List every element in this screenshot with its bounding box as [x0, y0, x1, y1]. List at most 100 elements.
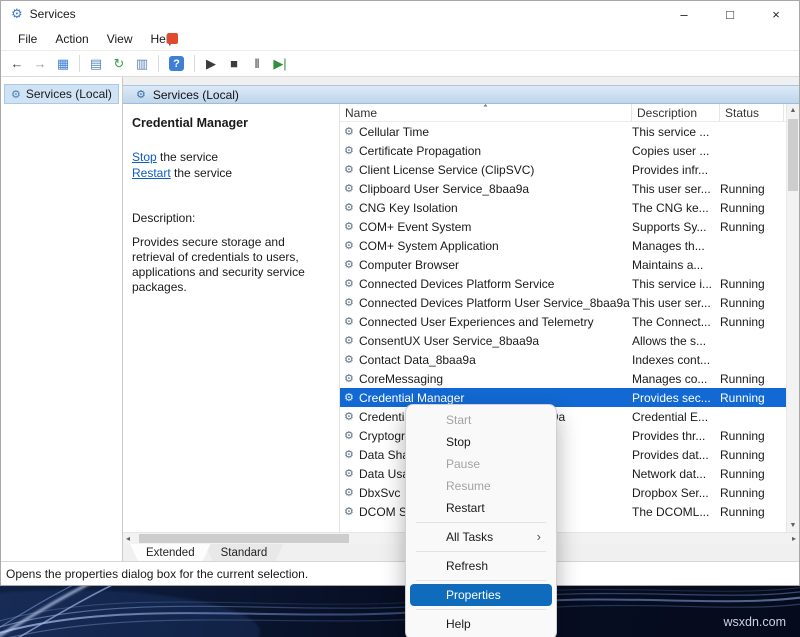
- service-name: Certificate Propagation: [359, 144, 632, 158]
- service-row[interactable]: ⚙Contact Data_8baa9aIndexes cont...: [340, 350, 799, 369]
- service-gear-icon: ⚙: [344, 144, 359, 157]
- pause-service-icon[interactable]: ‖: [246, 54, 268, 74]
- menu-action[interactable]: Action: [46, 29, 97, 49]
- service-gear-icon: ⚙: [344, 296, 359, 309]
- forward-icon[interactable]: →: [29, 54, 51, 74]
- service-name: CNG Key Isolation: [359, 201, 632, 215]
- context-menu-item-refresh[interactable]: Refresh: [410, 555, 552, 577]
- properties-icon[interactable]: ▤: [85, 54, 107, 74]
- vertical-scrollbar[interactable]: ▲ ▼: [786, 104, 799, 532]
- service-action-line: Stop the service: [132, 150, 329, 165]
- service-row[interactable]: ⚙Cellular TimeThis service ...: [340, 122, 799, 141]
- refresh-icon[interactable]: ↻: [108, 54, 130, 74]
- scroll-left-icon[interactable]: ◂: [126, 534, 130, 543]
- service-row[interactable]: ⚙COM+ System ApplicationManages th...: [340, 236, 799, 255]
- context-menu-item-restart[interactable]: Restart: [410, 497, 552, 519]
- menu-view[interactable]: View: [98, 29, 142, 49]
- services-window: ⚙ Services – □ × FileActionViewHelp ←→▦▤…: [0, 0, 800, 586]
- show-console-tree-icon[interactable]: ▦: [52, 54, 74, 74]
- service-row-description: The CNG ke...: [632, 201, 720, 215]
- desktop: wsxdn.com ⚙ Services – □ × FileActionVie…: [0, 0, 800, 637]
- service-row-description: The Connect...: [632, 315, 720, 329]
- menu-item-label: Help: [446, 617, 471, 631]
- service-row[interactable]: ⚙Connected User Experiences and Telemetr…: [340, 312, 799, 331]
- scroll-right-icon[interactable]: ▸: [792, 534, 796, 543]
- service-gear-icon: ⚙: [344, 315, 359, 328]
- stop-service-link[interactable]: Stop: [132, 150, 157, 164]
- tree-item-services-local[interactable]: ⚙ Services (Local): [4, 84, 119, 104]
- content-spacer: [123, 77, 799, 85]
- service-row[interactable]: ⚙Computer BrowserMaintains a...: [340, 255, 799, 274]
- service-row[interactable]: ⚙Connected Devices Platform ServiceThis …: [340, 274, 799, 293]
- context-menu-item-help[interactable]: Help: [410, 613, 552, 635]
- menu-item-label: Pause: [446, 457, 480, 471]
- service-action-text: the service: [157, 150, 218, 164]
- context-menu-item-start: Start: [410, 409, 552, 431]
- context-menu-item-all-tasks[interactable]: All Tasks›: [410, 526, 552, 548]
- service-status: Running: [720, 391, 780, 405]
- service-name: Connected Devices Platform Service: [359, 277, 632, 291]
- service-name: Connected User Experiences and Telemetry: [359, 315, 632, 329]
- service-row[interactable]: ⚙COM+ Event SystemSupports Sy...Running: [340, 217, 799, 236]
- context-menu-item-properties[interactable]: Properties: [410, 584, 552, 606]
- service-row-description: Manages co...: [632, 372, 720, 386]
- tab-standard[interactable]: Standard: [205, 544, 284, 561]
- service-row-description: Credential E...: [632, 410, 720, 424]
- menu-item-label: Refresh: [446, 559, 488, 573]
- scroll-down-icon[interactable]: ▼: [787, 522, 799, 529]
- service-row[interactable]: ⚙Connected Devices Platform User Service…: [340, 293, 799, 312]
- window-controls: – □ ×: [661, 1, 799, 27]
- column-header-name[interactable]: Name▲: [340, 104, 632, 121]
- service-row[interactable]: ⚙ConsentUX User Service_8baa9aAllows the…: [340, 331, 799, 350]
- column-header-description[interactable]: Description: [632, 104, 720, 121]
- services-app-icon: ⚙: [11, 6, 23, 22]
- context-menu-item-stop[interactable]: Stop: [410, 431, 552, 453]
- service-row[interactable]: ⚙CNG Key IsolationThe CNG ke...Running: [340, 198, 799, 217]
- start-service-icon[interactable]: ▶: [200, 54, 222, 74]
- service-row[interactable]: ⚙Clipboard User Service_8baa9aThis user …: [340, 179, 799, 198]
- column-label: Status: [725, 106, 759, 120]
- service-status: Running: [720, 315, 780, 329]
- service-row[interactable]: ⚙CoreMessagingManages co...Running: [340, 369, 799, 388]
- service-name: Credential Manager: [359, 391, 632, 405]
- wallpaper-waves: [0, 577, 800, 637]
- window-title: Services: [30, 7, 76, 21]
- column-header-status[interactable]: Status: [720, 104, 784, 121]
- service-name: COM+ Event System: [359, 220, 632, 234]
- service-status: Running: [720, 429, 780, 443]
- statusbar: Opens the properties dialog box for the …: [1, 561, 799, 585]
- service-row[interactable]: ⚙Client License Service (ClipSVC)Provide…: [340, 160, 799, 179]
- scroll-up-icon[interactable]: ▲: [787, 107, 799, 114]
- service-status: Running: [720, 372, 780, 386]
- sort-ascending-icon: ▲: [482, 104, 489, 108]
- horizontal-scrollbar-thumb[interactable]: [139, 534, 349, 543]
- maximize-button[interactable]: □: [707, 1, 753, 27]
- toolbar-separator: [79, 55, 80, 72]
- menu-item-label: Resume: [446, 479, 491, 493]
- minimize-button[interactable]: –: [661, 1, 707, 27]
- restart-service-link[interactable]: Restart: [132, 166, 171, 180]
- service-row[interactable]: ⚙Certificate PropagationCopies user ...: [340, 141, 799, 160]
- service-gear-icon: ⚙: [344, 125, 359, 138]
- service-gear-icon: ⚙: [344, 505, 359, 518]
- service-row-description: This user ser...: [632, 296, 720, 310]
- titlebar[interactable]: ⚙ Services – □ ×: [1, 1, 799, 27]
- service-gear-icon: ⚙: [344, 182, 359, 195]
- back-icon[interactable]: ←: [6, 54, 28, 74]
- service-status: Running: [720, 201, 780, 215]
- close-button[interactable]: ×: [753, 1, 799, 27]
- watermark: wsxdn.com: [723, 615, 786, 629]
- submenu-arrow-icon: ›: [537, 529, 541, 544]
- service-gear-icon: ⚙: [344, 448, 359, 461]
- service-status: Running: [720, 448, 780, 462]
- restart-service-icon[interactable]: ▶|: [269, 54, 291, 74]
- export-list-icon[interactable]: ▥: [131, 54, 153, 74]
- content-header-label: Services (Local): [153, 88, 239, 102]
- vertical-scrollbar-thumb[interactable]: [788, 119, 798, 191]
- stop-service-icon[interactable]: ■: [223, 54, 245, 74]
- service-row-description: Dropbox Ser...: [632, 486, 720, 500]
- tab-extended[interactable]: Extended: [130, 544, 211, 561]
- menu-file[interactable]: File: [9, 29, 46, 49]
- service-name: Computer Browser: [359, 258, 632, 272]
- help-icon[interactable]: ?: [169, 56, 184, 71]
